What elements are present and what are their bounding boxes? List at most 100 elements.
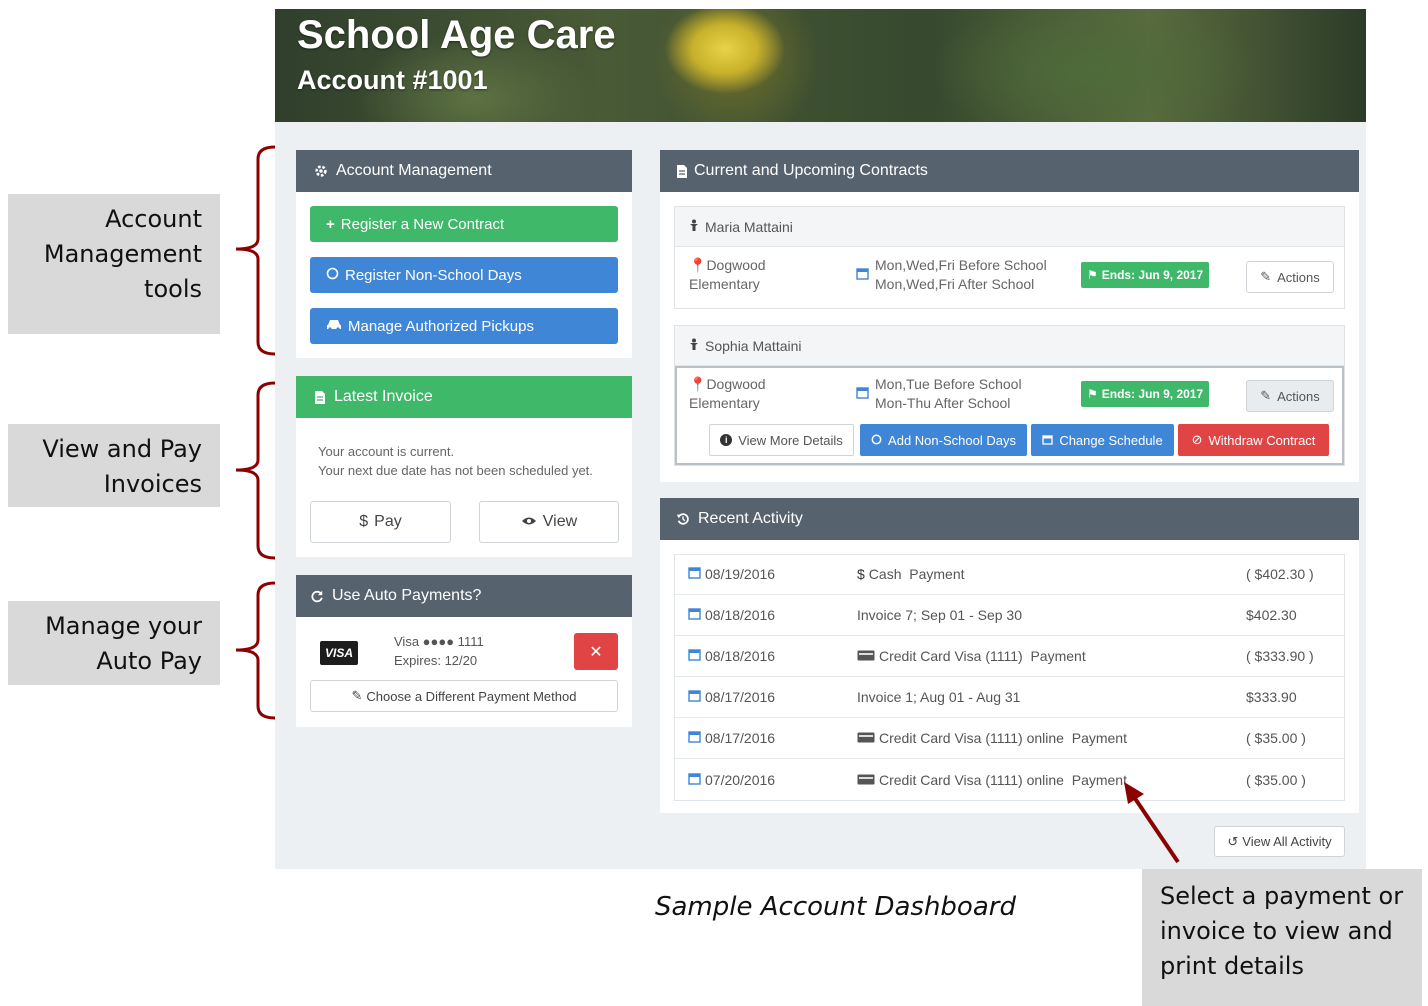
contract-schedule: Mon,Wed,Fri Before School Mon,Wed,Fri Af… bbox=[875, 257, 1047, 292]
eye-icon bbox=[521, 513, 537, 531]
bracket-autopay bbox=[235, 581, 276, 720]
file-icon bbox=[676, 164, 688, 179]
account-management-panel: Account Management + Register a New Cont… bbox=[296, 150, 632, 358]
activity-row[interactable]: 08/18/2016 Credit Card Visa (1111) Paymen… bbox=[674, 636, 1344, 677]
latest-invoice-panel: Latest Invoice Your account is current. … bbox=[296, 376, 632, 557]
register-nonschool-days-button[interactable]: Register Non-School Days bbox=[310, 257, 618, 293]
callout-account-management: Account Management tools bbox=[8, 194, 220, 334]
credit-card-icon bbox=[857, 772, 875, 788]
contract-actions-button[interactable]: ✎ Actions bbox=[1246, 261, 1334, 293]
contract-end-badge: ⚑ Ends: Jun 9, 2017 bbox=[1081, 262, 1210, 288]
figure-caption: Sample Account Dashboard bbox=[655, 892, 1016, 922]
activity-list: 08/19/2016 $ Cash Payment ( $402.30 ) 08/18… bbox=[660, 554, 1359, 802]
calendar-icon bbox=[856, 386, 869, 404]
contract-expanded-box: 📍Dogwood Elementary Mon,Tue Before Schoo… bbox=[675, 366, 1344, 465]
choose-payment-method-button[interactable]: ✎ Choose a Different Payment Method bbox=[310, 680, 618, 712]
contract-location: 📍Dogwood Elementary bbox=[689, 257, 766, 292]
activity-amount: ( $35.00 ) bbox=[1246, 730, 1306, 746]
car-icon bbox=[326, 318, 342, 335]
calendar-icon bbox=[1042, 433, 1053, 448]
history-icon: ↺ bbox=[1227, 833, 1239, 849]
auto-payments-panel: Use Auto Payments? VISA Visa ●●●● 1111 E… bbox=[296, 575, 632, 727]
card-details: Visa ●●●● 1111 Expires: 12/20 bbox=[394, 634, 484, 668]
panel-title: Latest Invoice bbox=[334, 388, 433, 405]
withdraw-contract-button[interactable]: ⊘ Withdraw Contract bbox=[1178, 424, 1329, 456]
contract-child-name: Sophia Mattaini bbox=[675, 326, 1344, 366]
contracts-header: Current and Upcoming Contracts bbox=[660, 150, 1359, 192]
manage-pickups-button[interactable]: Manage Authorized Pickups bbox=[310, 308, 618, 344]
contract-end-badge: ⚑ Ends: Jun 9, 2017 bbox=[1081, 381, 1210, 407]
calendar-icon bbox=[688, 689, 701, 705]
activity-row[interactable]: 08/17/2016 Invoice 1; Aug 01 - Aug 31 $333… bbox=[674, 677, 1344, 718]
activity-description: Invoice 1; Aug 01 - Aug 31 bbox=[857, 689, 1021, 705]
dashboard: School Age Care Account #1001 Account Ma… bbox=[275, 9, 1366, 869]
account-number: Account #1001 bbox=[297, 65, 488, 95]
view-all-activity-button[interactable]: ↺ View All Activity bbox=[1214, 826, 1345, 857]
calendar-icon bbox=[688, 607, 701, 623]
activity-row[interactable]: 08/19/2016 $ Cash Payment ( $402.30 ) bbox=[674, 554, 1344, 595]
map-marker-icon: 📍 bbox=[689, 257, 707, 273]
panel-title: Recent Activity bbox=[698, 510, 803, 527]
ban-icon: ⊘ bbox=[1191, 432, 1203, 447]
account-management-header: Account Management bbox=[296, 150, 632, 192]
callout-select-payment: Select a payment or invoice to view and … bbox=[1142, 869, 1422, 1006]
contract-card: Maria Mattaini 📍Dogwood Elementary Mon,W… bbox=[674, 206, 1345, 309]
child-icon bbox=[689, 338, 699, 354]
activity-amount: ( $333.90 ) bbox=[1246, 648, 1314, 664]
activity-row[interactable]: 08/18/2016 Invoice 7; Sep 01 - Sep 30 $402… bbox=[674, 595, 1344, 636]
activity-row[interactable]: 08/17/2016 Credit Card Visa (1111) online… bbox=[674, 718, 1344, 759]
info-icon: i bbox=[720, 434, 733, 446]
add-nonschool-days-button[interactable]: Add Non-School Days bbox=[860, 424, 1027, 456]
dollar-icon: $ bbox=[359, 513, 369, 530]
flag-icon: ⚑ bbox=[1087, 387, 1098, 401]
remove-card-button[interactable]: ✕ bbox=[574, 633, 618, 670]
activity-amount: ( $35.00 ) bbox=[1246, 771, 1306, 788]
annotation-arrow bbox=[1124, 782, 1180, 864]
activity-date: 07/20/2016 bbox=[705, 771, 776, 788]
activity-description: Cash Payment bbox=[868, 566, 965, 582]
contracts-panel: Current and Upcoming Contracts Maria Mat… bbox=[660, 150, 1359, 482]
contract-location: 📍Dogwood Elementary bbox=[689, 376, 766, 411]
activity-date: 08/17/2016 bbox=[705, 730, 776, 746]
close-icon: ✕ bbox=[589, 643, 603, 661]
circle-icon bbox=[871, 433, 882, 448]
auto-payments-header: Use Auto Payments? bbox=[296, 575, 632, 617]
gear-icon bbox=[314, 164, 328, 178]
activity-description: Credit Card Visa (1111) Payment bbox=[879, 648, 1086, 664]
register-contract-button[interactable]: + Register a New Contract bbox=[310, 206, 618, 242]
activity-amount: ( $402.30 ) bbox=[1246, 566, 1314, 582]
pay-button[interactable]: $ Pay bbox=[310, 501, 451, 543]
change-schedule-button[interactable]: Change Schedule bbox=[1031, 424, 1174, 456]
panel-title: Current and Upcoming Contracts bbox=[694, 162, 928, 179]
edit-icon: ✎ bbox=[1260, 269, 1272, 284]
bracket-account-management bbox=[235, 145, 276, 356]
activity-amount: $402.30 bbox=[1246, 607, 1297, 623]
edit-icon: ✎ bbox=[1260, 388, 1272, 403]
contract-card: Sophia Mattaini 📍Dogwood Elementary Mon,… bbox=[674, 325, 1345, 466]
callout-manage-auto-pay: Manage your Auto Pay bbox=[8, 601, 220, 685]
view-invoice-button[interactable]: View bbox=[479, 501, 619, 543]
latest-invoice-header: Latest Invoice bbox=[296, 376, 632, 418]
dollar-icon: $ bbox=[857, 566, 865, 582]
contract-child-name: Maria Mattaini bbox=[675, 207, 1344, 247]
visa-logo: VISA bbox=[320, 641, 358, 665]
bracket-invoices bbox=[235, 381, 276, 560]
activity-date: 08/18/2016 bbox=[705, 648, 776, 664]
panel-title: Use Auto Payments? bbox=[332, 587, 482, 604]
activity-row[interactable]: 07/20/2016 Credit Card Visa (1111) online… bbox=[674, 759, 1344, 800]
activity-date: 08/17/2016 bbox=[705, 689, 776, 705]
recent-activity-header: Recent Activity bbox=[660, 498, 1359, 540]
activity-amount: $333.90 bbox=[1246, 689, 1297, 705]
invoice-status: Your account is current. Your next due d… bbox=[318, 444, 593, 478]
plus-icon: + bbox=[326, 215, 335, 233]
history-icon bbox=[676, 512, 690, 526]
contract-actions-button[interactable]: ✎ Actions bbox=[1246, 380, 1334, 412]
child-icon bbox=[689, 219, 699, 235]
calendar-icon bbox=[688, 648, 701, 664]
map-marker-icon: 📍 bbox=[689, 376, 707, 392]
view-more-details-button[interactable]: i View More Details bbox=[709, 424, 854, 456]
credit-card-icon bbox=[857, 648, 875, 664]
calendar-icon bbox=[688, 772, 701, 788]
activity-description: Credit Card Visa (1111) online Payment bbox=[879, 730, 1127, 746]
circle-icon bbox=[326, 267, 339, 284]
